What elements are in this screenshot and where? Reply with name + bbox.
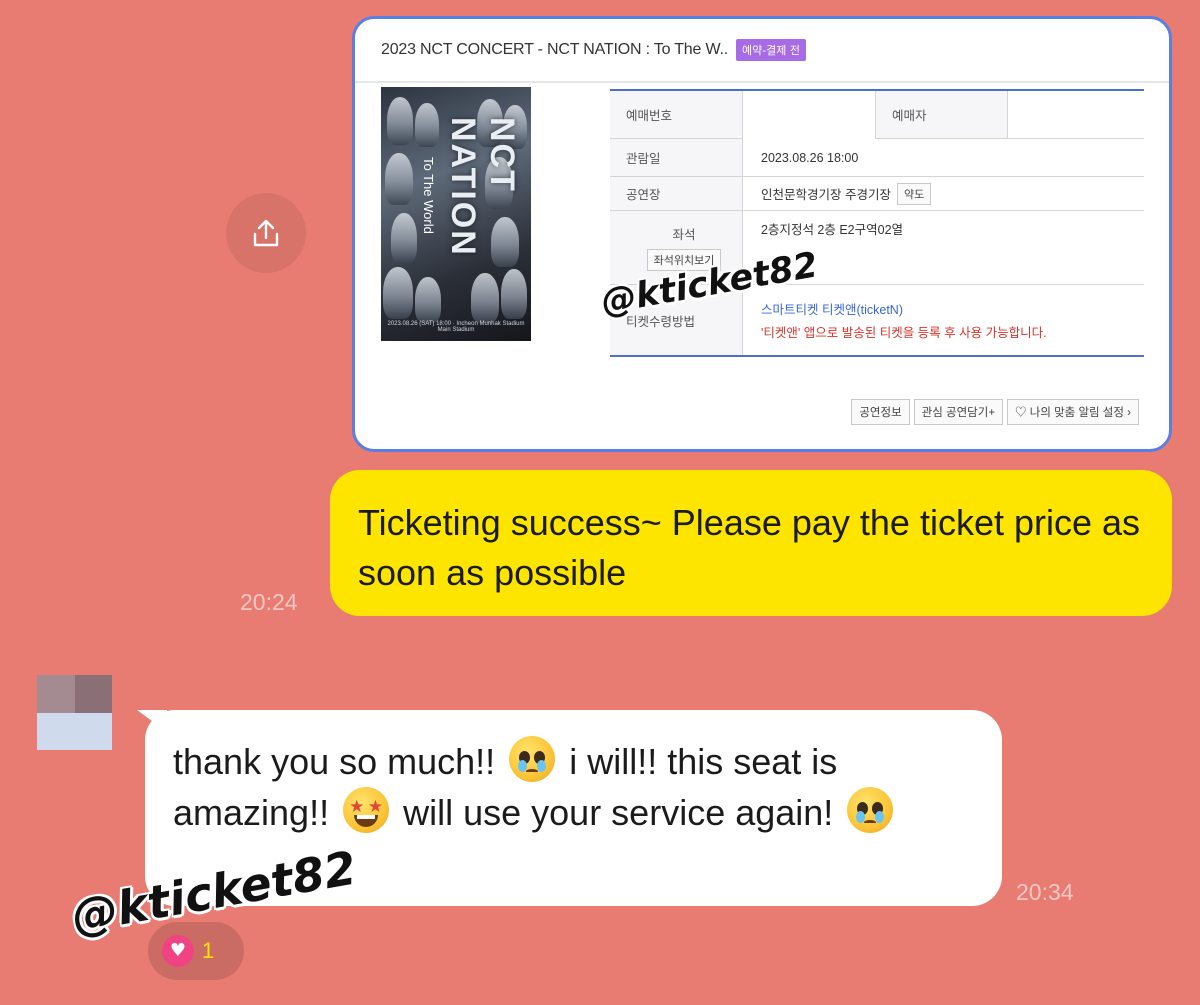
booking-info-table: 예매번호 예매자 관람일 2023.08.26 18:00 공연장 인천문학경기… — [610, 89, 1144, 357]
booking-number-label: 예매번호 — [610, 91, 743, 138]
booking-number-value — [743, 91, 875, 139]
poster-title: NCT NATION — [444, 117, 521, 257]
ticket-header: 2023 NCT CONCERT - NCT NATION : To The W… — [355, 19, 1169, 83]
incoming-message-time: 20:34 — [1016, 879, 1074, 905]
poster-footer: 2023.08.26 (SAT) 18:00 · Incheon Munhak … — [387, 321, 525, 333]
venue-value-wrap: 인천문학경기장 주경기장 약도 — [743, 177, 1144, 210]
outgoing-message-bubble[interactable]: Ticketing success~ Please pay the ticket… — [330, 470, 1172, 616]
outgoing-message-text: Ticketing success~ Please pay the ticket… — [358, 502, 1141, 593]
ticketn-note: '티켓앤' 앱으로 발송된 티켓을 등록 후 사용 가능합니다. — [761, 326, 1047, 340]
booker-label: 예매자 — [875, 91, 1008, 138]
venue-value: 인천문학경기장 주경기장 — [761, 188, 891, 202]
alert-settings-button[interactable]: ♡ 나의 맞춤 알림 설정 › — [1007, 399, 1139, 425]
date-row: 관람일 2023.08.26 18:00 — [610, 139, 1144, 177]
ticketn-link[interactable]: 스마트티켓 티켓앤(ticketN) — [761, 299, 903, 318]
venue-row: 공연장 인천문학경기장 주경기장 약도 — [610, 177, 1144, 211]
heart-icon: ♥ — [162, 935, 194, 967]
share-icon — [253, 219, 279, 247]
poster-subtitle: To The World — [421, 157, 436, 234]
avatar[interactable] — [37, 675, 112, 750]
ticket-title: 2023 NCT CONCERT - NCT NATION : To The W… — [381, 41, 728, 58]
add-wishlist-button[interactable]: 관심 공연담기+ — [913, 399, 1004, 425]
incoming-text-1: thank you so much!! — [173, 741, 496, 782]
date-value: 2023.08.26 18:00 — [761, 150, 859, 165]
ticket-image-message[interactable]: 2023 NCT CONCERT - NCT NATION : To The W… — [352, 16, 1172, 452]
concert-poster: NCT NATION To The World 2023.08.26 (SAT)… — [381, 87, 531, 341]
reaction-count: 1 — [202, 938, 215, 963]
outgoing-message-time: 20:24 — [240, 589, 298, 615]
reaction-chip[interactable]: ♥ 1 — [148, 922, 244, 980]
booking-number-row: 예매번호 예매자 — [610, 89, 1144, 139]
date-label: 관람일 — [610, 139, 743, 176]
star-struck-icon: ★ ★ — [343, 787, 390, 833]
status-badge: 예약-결제 전 — [735, 39, 807, 61]
show-info-button[interactable]: 공연정보 — [851, 399, 910, 425]
venue-label: 공연장 — [610, 177, 743, 210]
booker-value — [1008, 91, 1144, 138]
incoming-text-3: will use your service again! — [403, 792, 834, 833]
pleading-face-icon — [509, 736, 556, 782]
receive-value: 스마트티켓 티켓앤(ticketN) '티켓앤' 앱으로 발송된 티켓을 등록 … — [743, 285, 1144, 355]
pleading-face-icon — [847, 787, 894, 833]
map-button[interactable]: 약도 — [896, 182, 932, 205]
seat-label: 좌석 — [672, 228, 696, 242]
share-button[interactable] — [226, 193, 306, 273]
ticket-action-buttons: 공연정보 관심 공연담기+ ♡ 나의 맞춤 알림 설정 › — [851, 399, 1139, 425]
